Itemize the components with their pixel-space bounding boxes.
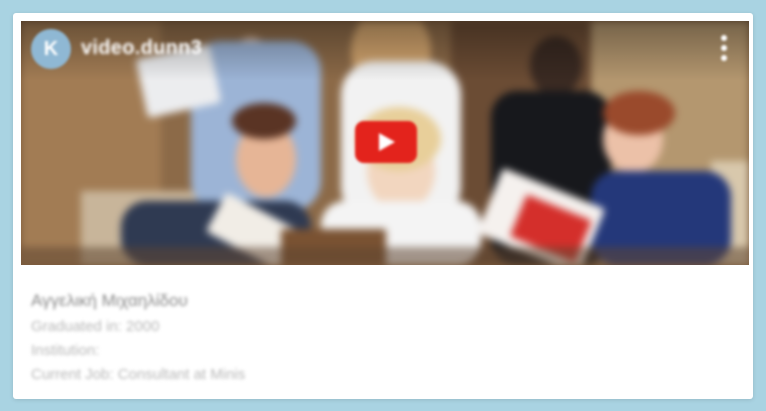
youtube-play-icon: [379, 133, 395, 151]
institution: Institution:: [31, 342, 100, 359]
channel-avatar[interactable]: K: [31, 29, 71, 69]
current-job: Current Job: Consultant at Minis: [31, 366, 246, 383]
profile-card: K video.dunn3 Αγγελική Μιχαηλίδου Gradua…: [13, 13, 753, 399]
youtube-play-button[interactable]: [355, 121, 417, 163]
video-title[interactable]: video.dunn3: [81, 37, 202, 60]
profile-name: Αγγελική Μιχαηλίδου: [31, 291, 188, 310]
video-player[interactable]: K video.dunn3: [21, 21, 749, 265]
profile-info: Αγγελική Μιχαηλίδου Graduated in: 2000 I…: [31, 289, 245, 387]
more-vertical-icon[interactable]: [721, 35, 727, 61]
graduation-year: Graduated in: 2000: [31, 318, 160, 335]
